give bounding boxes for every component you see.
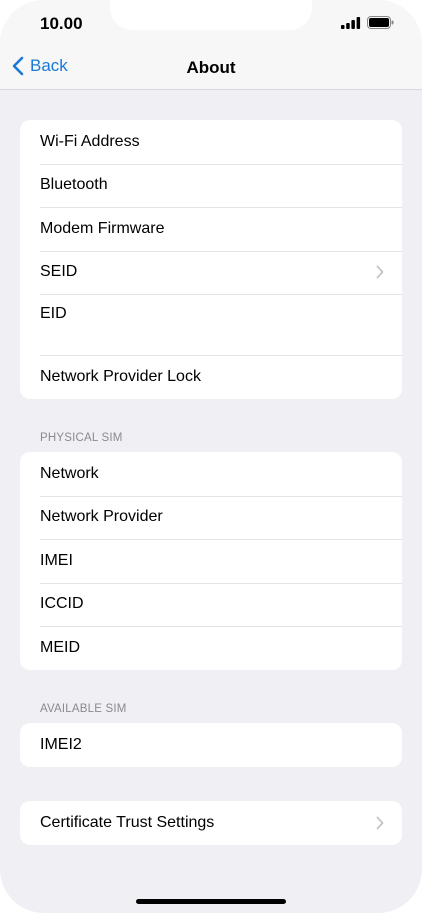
row-bluetooth[interactable]: Bluetooth xyxy=(20,163,402,208)
row-label: EID xyxy=(40,305,67,322)
chevron-right-icon xyxy=(376,816,384,830)
navigation-bar: Back About xyxy=(0,48,422,90)
row-label: Network xyxy=(40,464,99,482)
row-certificate-trust-settings[interactable]: Certificate Trust Settings xyxy=(20,801,402,845)
page-title: About xyxy=(186,58,236,77)
row-label: ICCID xyxy=(40,595,84,613)
row-imei[interactable]: IMEI xyxy=(20,539,402,583)
row-network-provider-lock[interactable]: Network Provider Lock xyxy=(20,355,402,399)
row-label: Network Provider xyxy=(40,508,163,526)
row-label: Certificate Trust Settings xyxy=(40,813,215,831)
row-label: Network Provider Lock xyxy=(40,367,201,385)
section-header-physical-sim: PHYSICAL SIM xyxy=(40,432,123,444)
row-seid[interactable]: SEID xyxy=(20,250,402,295)
status-bar: 10.00 xyxy=(0,0,422,48)
chevron-right-icon xyxy=(376,265,384,279)
home-indicator[interactable] xyxy=(136,899,286,904)
status-time: 10.00 xyxy=(40,14,83,33)
row-wifi-address[interactable]: Wi-Fi Address xyxy=(20,120,402,164)
certificates-group: Certificate Trust Settings xyxy=(20,801,402,845)
row-modem-firmware[interactable]: Modem Firmware xyxy=(20,207,402,251)
status-icons xyxy=(341,16,394,29)
row-label: SEID xyxy=(40,263,78,281)
row-label: Bluetooth xyxy=(40,176,108,194)
row-imei2[interactable]: IMEI2 xyxy=(20,723,402,767)
row-network-provider[interactable]: Network Provider xyxy=(20,495,402,540)
battery-icon xyxy=(367,16,394,29)
row-label: IMEI xyxy=(40,551,73,569)
physical-sim-group: Network Network Provider IMEI ICCID MEID xyxy=(20,452,402,670)
row-label: IMEI2 xyxy=(40,735,82,753)
device-info-group: Wi-Fi Address Bluetooth Modem Firmware S… xyxy=(20,120,402,399)
section-header-available-sim: AVAILABLE SIM xyxy=(40,703,127,715)
notch xyxy=(110,0,312,30)
phone-screen: 10.00 Back About Wi-Fi Address Bluetooth… xyxy=(0,0,422,913)
row-eid[interactable]: EID xyxy=(20,294,402,355)
cellular-signal-icon xyxy=(341,16,361,29)
row-label: Modem Firmware xyxy=(40,219,165,237)
available-sim-group: IMEI2 xyxy=(20,723,402,767)
row-label: Wi-Fi Address xyxy=(40,132,140,150)
row-network[interactable]: Network xyxy=(20,452,402,496)
row-label: MEID xyxy=(40,638,80,656)
row-meid[interactable]: MEID xyxy=(20,626,402,670)
row-iccid[interactable]: ICCID xyxy=(20,582,402,627)
